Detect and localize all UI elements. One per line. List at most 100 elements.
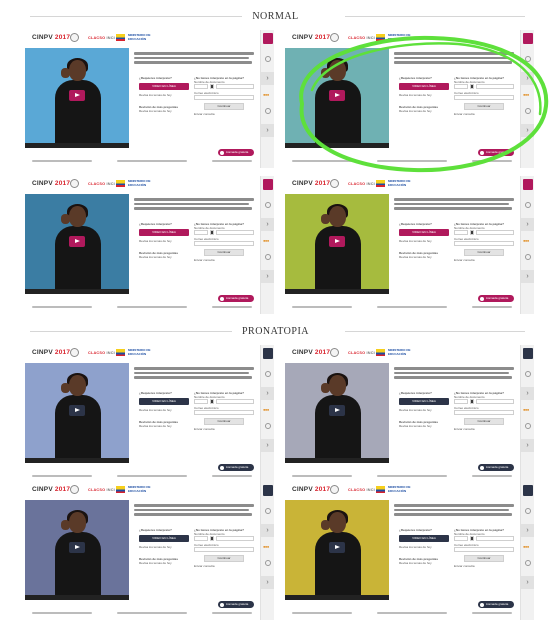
video-call-button[interactable]: VIDEO EN LÍNEA [139, 535, 189, 542]
chevron-down-icon[interactable] [470, 536, 474, 541]
document-type-select[interactable] [454, 399, 468, 404]
user-icon[interactable] [525, 508, 531, 514]
send-query-link[interactable]: Enviar consulta [194, 427, 254, 431]
settings-icon[interactable] [525, 254, 531, 260]
email-field[interactable] [194, 241, 254, 246]
chevron-right-icon[interactable]: › [521, 387, 534, 400]
send-query-link[interactable]: Enviar consulta [194, 258, 254, 262]
send-query-link[interactable]: Enviar consulta [454, 427, 514, 431]
sign-language-video[interactable] [285, 48, 389, 148]
document-number-field[interactable] [216, 230, 254, 235]
document-number-field[interactable] [476, 84, 514, 89]
document-number-field[interactable] [216, 84, 254, 89]
email-field[interactable] [194, 547, 254, 552]
document-number-field[interactable] [216, 536, 254, 541]
email-field[interactable] [194, 95, 254, 100]
accessibility-badge[interactable] [523, 179, 533, 190]
video-call-button[interactable]: VIDEO EN LÍNEA [139, 229, 189, 236]
sign-language-video[interactable] [25, 48, 129, 148]
play-icon[interactable] [69, 90, 85, 101]
chevron-right-icon[interactable]: › [521, 124, 534, 137]
settings-icon[interactable] [265, 560, 271, 566]
settings-icon[interactable] [265, 108, 271, 114]
email-field[interactable] [454, 547, 514, 552]
site-logo[interactable]: CINPV 2017 [32, 180, 70, 187]
free-call-button[interactable]: Llamada gratuita [218, 295, 254, 302]
chevron-down-icon[interactable] [210, 230, 214, 235]
accessibility-badge[interactable] [263, 179, 273, 190]
color-dots[interactable]: ●●● [263, 407, 269, 412]
site-logo[interactable]: CINPV 2017 [292, 486, 330, 493]
sign-language-video[interactable] [285, 194, 389, 294]
site-logo[interactable]: CINPV 2017 [32, 486, 70, 493]
chevron-down-icon[interactable] [470, 399, 474, 404]
video-call-button[interactable]: VIDEO EN LÍNEA [139, 83, 189, 90]
send-query-link[interactable]: Enviar consulta [194, 564, 254, 568]
accessibility-badge[interactable] [263, 348, 273, 359]
user-icon[interactable] [525, 202, 531, 208]
sign-language-video[interactable] [285, 500, 389, 600]
play-icon[interactable] [69, 405, 85, 416]
document-type-select[interactable] [194, 230, 208, 235]
document-number-field[interactable] [476, 536, 514, 541]
continue-button[interactable]: Continuar [464, 249, 504, 256]
user-icon[interactable] [525, 371, 531, 377]
video-call-button[interactable]: VIDEO EN LÍNEA [399, 229, 449, 236]
send-query-link[interactable]: Enviar consulta [194, 112, 254, 116]
chevron-right-icon[interactable]: › [261, 72, 274, 85]
free-call-button[interactable]: Llamada gratuita [478, 601, 514, 608]
chevron-down-icon[interactable] [470, 230, 474, 235]
free-call-button[interactable]: Llamada gratuita [478, 464, 514, 471]
document-number-field[interactable] [476, 230, 514, 235]
chevron-down-icon[interactable] [210, 399, 214, 404]
accessibility-badge[interactable] [523, 33, 533, 44]
chevron-right-icon[interactable]: › [521, 439, 534, 452]
chevron-down-icon[interactable] [210, 84, 214, 89]
play-icon[interactable] [69, 542, 85, 553]
email-field[interactable] [454, 410, 514, 415]
continue-button[interactable]: Continuar [464, 103, 504, 110]
user-icon[interactable] [265, 371, 271, 377]
chevron-right-icon[interactable]: › [521, 270, 534, 283]
settings-icon[interactable] [265, 254, 271, 260]
document-type-select[interactable] [454, 536, 468, 541]
free-call-button[interactable]: Llamada gratuita [478, 149, 514, 156]
color-dots[interactable]: ●●● [523, 238, 529, 243]
email-field[interactable] [454, 241, 514, 246]
send-query-link[interactable]: Enviar consulta [454, 564, 514, 568]
sign-language-video[interactable] [25, 363, 129, 463]
site-logo[interactable]: CINPV 2017 [292, 34, 330, 41]
play-icon[interactable] [329, 542, 345, 553]
document-type-select[interactable] [194, 84, 208, 89]
settings-icon[interactable] [525, 108, 531, 114]
accessibility-badge[interactable] [263, 33, 273, 44]
document-type-select[interactable] [194, 399, 208, 404]
chevron-right-icon[interactable]: › [261, 439, 274, 452]
video-controls[interactable] [25, 143, 129, 148]
sign-language-video[interactable] [25, 500, 129, 600]
settings-icon[interactable] [525, 560, 531, 566]
accessibility-badge[interactable] [523, 485, 533, 496]
accessibility-badge[interactable] [523, 348, 533, 359]
continue-button[interactable]: Continuar [204, 103, 244, 110]
document-type-select[interactable] [454, 84, 468, 89]
color-dots[interactable]: ●●● [523, 544, 529, 549]
chevron-right-icon[interactable]: › [261, 524, 274, 537]
document-type-select[interactable] [194, 536, 208, 541]
document-number-field[interactable] [216, 399, 254, 404]
play-icon[interactable] [329, 236, 345, 247]
video-controls[interactable] [285, 143, 389, 148]
free-call-button[interactable]: Llamada gratuita [218, 601, 254, 608]
chevron-right-icon[interactable]: › [261, 270, 274, 283]
continue-button[interactable]: Continuar [204, 418, 244, 425]
send-query-link[interactable]: Enviar consulta [454, 112, 514, 116]
chevron-right-icon[interactable]: › [261, 218, 274, 231]
accessibility-badge[interactable] [263, 485, 273, 496]
continue-button[interactable]: Continuar [204, 249, 244, 256]
sign-language-video[interactable] [285, 363, 389, 463]
free-call-button[interactable]: Llamada gratuita [218, 149, 254, 156]
user-icon[interactable] [525, 56, 531, 62]
site-logo[interactable]: CINPV 2017 [292, 180, 330, 187]
color-dots[interactable]: ●●● [523, 407, 529, 412]
color-dots[interactable]: ●●● [263, 544, 269, 549]
